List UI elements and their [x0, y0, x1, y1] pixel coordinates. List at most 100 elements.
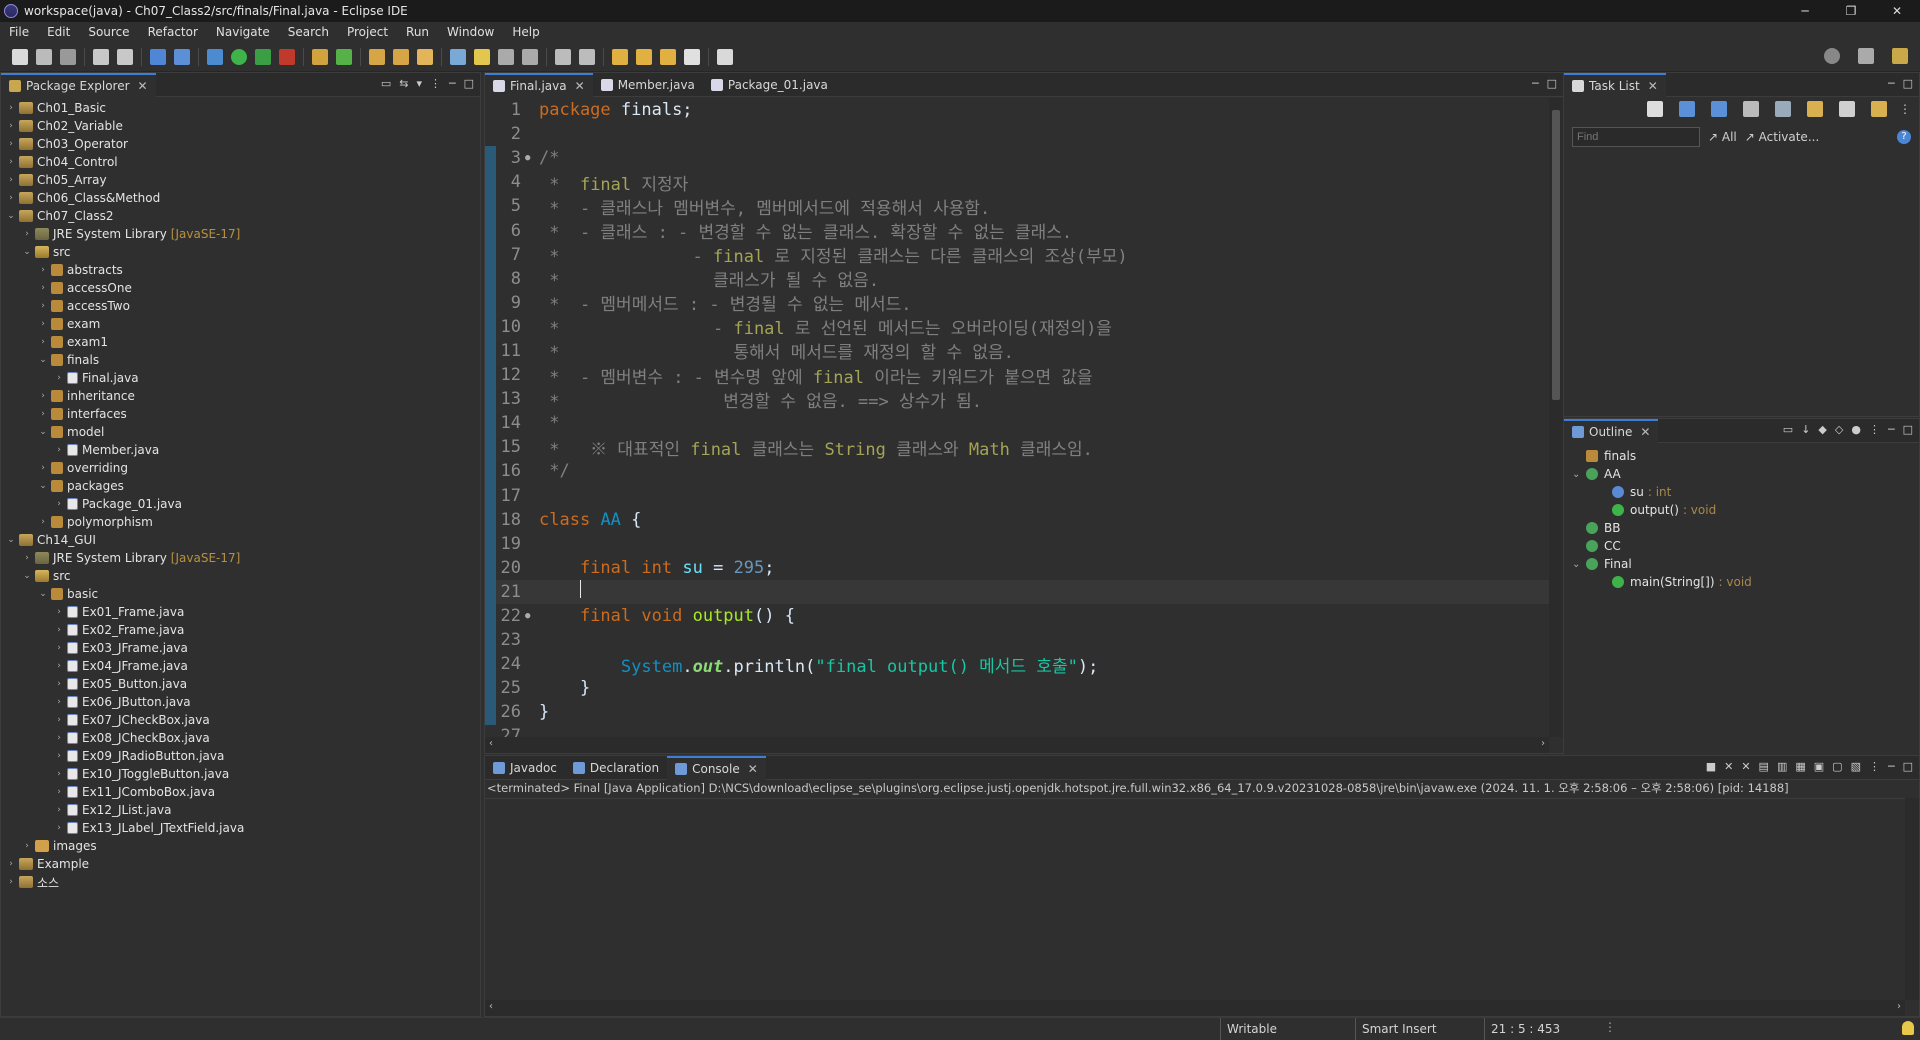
- close-icon[interactable]: ✕: [748, 762, 758, 776]
- tree-item[interactable]: › Ex10_JToggleButton.java: [1, 765, 480, 783]
- code-line[interactable]: 17: [485, 484, 1549, 508]
- tree-item[interactable]: ⌄ packages: [1, 477, 480, 495]
- tree-item[interactable]: › Package_01.java: [1, 495, 480, 513]
- chevron-right-icon[interactable]: ›: [53, 679, 65, 689]
- chevron-right-icon[interactable]: ›: [37, 409, 49, 419]
- code-line[interactable]: 19: [485, 532, 1549, 556]
- chevron-right-icon[interactable]: ›: [37, 265, 49, 275]
- minimize-icon[interactable]: ─: [1888, 423, 1895, 436]
- collapse-all-icon[interactable]: ▭: [1783, 423, 1793, 436]
- status-menu-icon[interactable]: ⋮: [1604, 1020, 1616, 1034]
- chevron-right-icon[interactable]: ›: [5, 193, 17, 203]
- chevron-right-icon[interactable]: ›: [5, 121, 17, 131]
- forward-icon[interactable]: [660, 48, 676, 65]
- tree-item[interactable]: › JRE System Library [JavaSE-17]: [1, 225, 480, 243]
- tree-item[interactable]: › Example: [1, 855, 480, 873]
- outline-item[interactable]: BB: [1564, 519, 1919, 537]
- tree-item[interactable]: › images: [1, 837, 480, 855]
- open-perspective-icon[interactable]: [1858, 48, 1874, 64]
- chevron-right-icon[interactable]: ›: [5, 157, 17, 167]
- tree-item[interactable]: › interfaces: [1, 405, 480, 423]
- menu-help[interactable]: Help: [503, 25, 548, 39]
- code-line[interactable]: 2: [485, 122, 1549, 146]
- tree-item[interactable]: › Ch04_Control: [1, 153, 480, 171]
- hide-completed-icon[interactable]: [1743, 101, 1759, 117]
- chevron-right-icon[interactable]: ›: [53, 661, 65, 671]
- new-java-project-icon[interactable]: [312, 48, 328, 65]
- lightbulb-icon[interactable]: [1902, 1021, 1914, 1035]
- maximize-icon[interactable]: □: [1903, 423, 1913, 436]
- back-icon[interactable]: [636, 48, 652, 65]
- chevron-right-icon[interactable]: ›: [5, 859, 17, 869]
- sync-icon[interactable]: [1807, 101, 1823, 117]
- chevron-right-icon[interactable]: ›: [37, 319, 49, 329]
- block-selection-icon[interactable]: [498, 48, 514, 65]
- tree-item[interactable]: › Ex02_Frame.java: [1, 621, 480, 639]
- tab-package-01-java[interactable]: Package_01.java: [703, 73, 836, 97]
- close-button[interactable]: ✕: [1874, 0, 1920, 22]
- code-line[interactable]: 24 System.out.println("final output() 메서…: [485, 652, 1549, 677]
- tree-item[interactable]: › Ex08_JCheckBox.java: [1, 729, 480, 747]
- minimize-icon[interactable]: ─: [1888, 760, 1895, 773]
- tree-item[interactable]: › Ex03_JFrame.java: [1, 639, 480, 657]
- outline-item[interactable]: ⌄ AA: [1564, 465, 1919, 483]
- outline-item[interactable]: ⌄ Final: [1564, 555, 1919, 573]
- scroll-left-icon[interactable]: ‹: [489, 738, 493, 749]
- close-icon[interactable]: ✕: [138, 79, 148, 93]
- annotation-icon[interactable]: [450, 48, 466, 65]
- code-line[interactable]: 4 * final 지정자: [485, 170, 1549, 195]
- tree-item[interactable]: › Ch03_Operator: [1, 135, 480, 153]
- chevron-right-icon[interactable]: ›: [53, 787, 65, 797]
- outline-item[interactable]: finals: [1564, 447, 1919, 465]
- chevron-down-icon[interactable]: ⌄: [21, 247, 33, 257]
- code-line[interactable]: 22 ● final void output() {: [485, 604, 1549, 628]
- chevron-right-icon[interactable]: ›: [53, 625, 65, 635]
- collapse-all-icon[interactable]: ▭: [381, 77, 391, 90]
- tree-item[interactable]: › 소스: [1, 873, 480, 891]
- chevron-down-icon[interactable]: ⌄: [21, 571, 33, 581]
- console-output[interactable]: [485, 798, 1905, 1000]
- tree-item[interactable]: › Ch01_Basic: [1, 99, 480, 117]
- show-whitespace-icon[interactable]: [522, 48, 538, 65]
- tree-item[interactable]: ⌄ model: [1, 423, 480, 441]
- code-line[interactable]: 14 *: [485, 411, 1549, 435]
- fold-marker-icon[interactable]: ●: [525, 611, 535, 621]
- tree-item[interactable]: › Ch05_Array: [1, 171, 480, 189]
- sort-icon[interactable]: ↓: [1801, 423, 1810, 436]
- chevron-right-icon[interactable]: ›: [5, 877, 17, 887]
- open-task-icon[interactable]: [393, 48, 409, 65]
- tree-item[interactable]: › exam: [1, 315, 480, 333]
- chevron-right-icon[interactable]: ›: [37, 391, 49, 401]
- chevron-right-icon[interactable]: ›: [53, 499, 65, 509]
- chevron-right-icon[interactable]: ›: [53, 607, 65, 617]
- code-line[interactable]: 18 class AA {: [485, 508, 1549, 532]
- tab-outline[interactable]: Outline ✕: [1564, 418, 1659, 443]
- tree-item[interactable]: › Ex12_JList.java: [1, 801, 480, 819]
- java-perspective-icon[interactable]: [1892, 48, 1908, 64]
- editor-horizontal-scrollbar[interactable]: ‹ ›: [485, 737, 1549, 753]
- close-icon[interactable]: ✕: [575, 79, 585, 93]
- chevron-right-icon[interactable]: ›: [53, 445, 65, 455]
- code-line[interactable]: 13 * 변경할 수 없음. ==> 상수가 됨.: [485, 387, 1549, 412]
- menu-file[interactable]: File: [0, 25, 38, 39]
- tab-task-list[interactable]: Task List ✕: [1564, 72, 1666, 97]
- console-vertical-scrollbar[interactable]: [1905, 798, 1919, 1000]
- fold-marker-icon[interactable]: ●: [525, 153, 535, 163]
- view-menu-icon[interactable]: ⋮: [1869, 760, 1880, 773]
- chevron-down-icon[interactable]: ⌄: [1572, 469, 1586, 480]
- tree-item[interactable]: › Ch06_Class&Method: [1, 189, 480, 207]
- tree-item[interactable]: › polymorphism: [1, 513, 480, 531]
- tree-item[interactable]: › Member.java: [1, 441, 480, 459]
- minimize-button[interactable]: ─: [1782, 0, 1828, 22]
- code-editor[interactable]: 1 package finals; 2 3 ● /* 4 * final 지정자 5 * - …: [485, 98, 1549, 737]
- tree-item[interactable]: › Ex05_Button.java: [1, 675, 480, 693]
- tree-item[interactable]: › abstracts: [1, 261, 480, 279]
- minimize-icon[interactable]: ─: [1532, 77, 1539, 90]
- remove-all-icon[interactable]: ✕: [1741, 760, 1750, 773]
- tab-console[interactable]: Console ✕: [667, 755, 766, 780]
- code-line[interactable]: 7 * - final 로 지정된 클래스는 다른 클래스의 조상(부모): [485, 243, 1549, 268]
- tree-item[interactable]: › exam1: [1, 333, 480, 351]
- menu-refactor[interactable]: Refactor: [139, 25, 207, 39]
- word-wrap-icon[interactable]: ▦: [1795, 760, 1805, 773]
- tab-package-explorer[interactable]: Package Explorer ✕: [1, 72, 156, 97]
